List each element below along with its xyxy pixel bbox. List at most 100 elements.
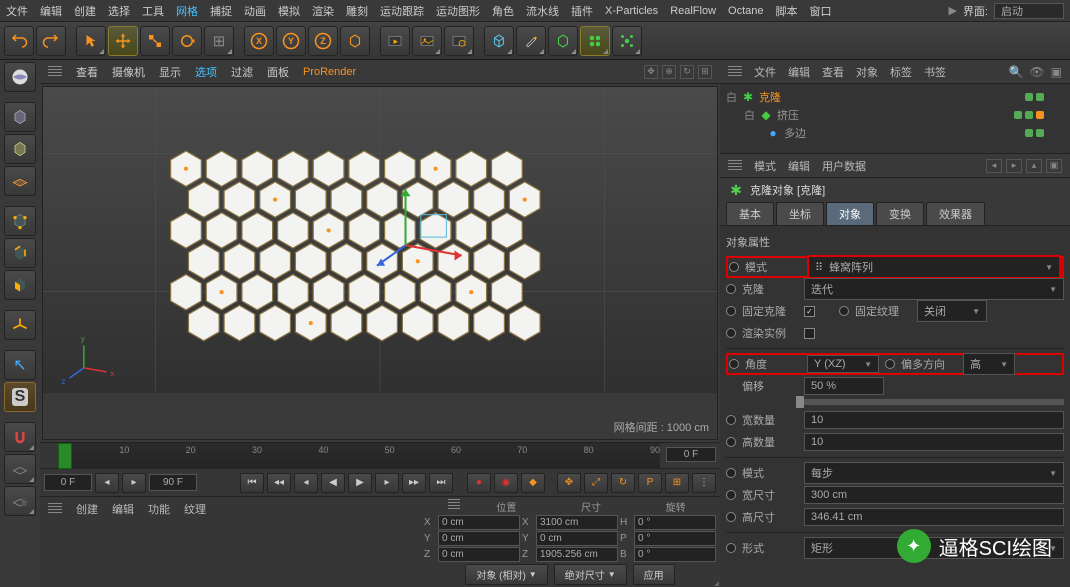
prop-wcount-field[interactable]: 10 [804, 411, 1064, 429]
play-button[interactable]: ▶ [348, 473, 372, 493]
tab-3[interactable]: 变换 [876, 202, 924, 225]
tree-node[interactable]: 白✱克隆 [726, 88, 1064, 106]
next-frame-button[interactable]: ▸ [375, 473, 399, 493]
am-nav-back[interactable]: ◂ [986, 159, 1002, 173]
key-param-button[interactable]: P [638, 473, 662, 493]
coord-Z-size[interactable] [536, 547, 618, 562]
prop-hcount-field[interactable]: 10 [804, 433, 1064, 451]
menu-plugin[interactable]: 插件 [571, 3, 593, 19]
tab-4[interactable]: 效果器 [926, 202, 985, 225]
menu-snap[interactable]: 捕捉 [210, 3, 232, 19]
axis-y-button[interactable]: Y [276, 26, 306, 56]
redo-button[interactable] [36, 26, 66, 56]
key-opts-button[interactable]: ⋮ [692, 473, 716, 493]
goto-end-button[interactable]: ⏭ [429, 473, 453, 493]
coord-mode1-select[interactable]: 对象 (相对) ▼ [465, 564, 547, 585]
btm-menu-edit[interactable]: 编辑 [112, 501, 134, 517]
menu-select[interactable]: 选择 [108, 3, 130, 19]
next-key-button[interactable]: ▸▸ [402, 473, 426, 493]
key-pla-button[interactable]: ⊞ [665, 473, 689, 493]
point-mode-button[interactable] [4, 206, 36, 236]
rotate-tool[interactable] [172, 26, 202, 56]
move-tool[interactable] [108, 26, 138, 56]
texture-mode-button[interactable] [4, 134, 36, 164]
menu-script[interactable]: 脚本 [776, 3, 798, 19]
menu-window[interactable]: 窗口 [810, 3, 832, 19]
key-pos-button[interactable]: ✥ [557, 473, 581, 493]
vp-menu-camera[interactable]: 摄像机 [112, 64, 145, 80]
model-mode-button[interactable] [4, 102, 36, 132]
prop-clone-select[interactable]: 迭代▼ [804, 278, 1064, 300]
layout-select[interactable] [994, 3, 1064, 19]
tree-node[interactable]: 白◆挤压 [726, 106, 1064, 124]
mograph-button[interactable] [580, 26, 610, 56]
vp-menu-display[interactable]: 显示 [159, 64, 181, 80]
render-view-button[interactable] [380, 26, 410, 56]
prop-offdir-select[interactable]: 高▼ [963, 353, 1015, 375]
vp-nav-3[interactable]: ↻ [680, 65, 694, 79]
prop-inst-check[interactable] [804, 328, 815, 339]
vp-menu-prorender[interactable]: ProRender [303, 66, 356, 78]
goto-start-button[interactable]: ⏮ [240, 473, 264, 493]
key-scale-button[interactable]: ⤢ [584, 473, 608, 493]
vp-nav-1[interactable]: ✥ [644, 65, 658, 79]
btm-menu-create[interactable]: 创建 [76, 501, 98, 517]
snap-button[interactable] [4, 422, 36, 452]
render-settings-button[interactable] [444, 26, 474, 56]
am-menu-ud[interactable]: 用户数据 [822, 158, 866, 174]
make-editable-button[interactable] [4, 62, 36, 92]
am-menu-mode[interactable]: 模式 [754, 158, 776, 174]
tab-1[interactable]: 坐标 [776, 202, 824, 225]
coord-sys-button[interactable] [340, 26, 370, 56]
am-menu-edit[interactable]: 编辑 [788, 158, 810, 174]
render-pict-button[interactable] [412, 26, 442, 56]
prop-wsize-field[interactable]: 300 cm [804, 486, 1064, 504]
menu-rf[interactable]: RealFlow [670, 5, 716, 17]
vp-menu-panel[interactable]: 面板 [267, 64, 289, 80]
end-frame-field[interactable]: 90 F [149, 474, 197, 491]
coord-Y-pos[interactable] [438, 531, 520, 546]
om-menu-view[interactable]: 查看 [822, 64, 844, 80]
prop-offset-slider[interactable] [796, 399, 1064, 405]
timeline-cursor[interactable] [58, 443, 72, 469]
am-nav-new[interactable]: ▣ [1046, 159, 1062, 173]
am-nav-up[interactable]: ▴ [1026, 159, 1042, 173]
om-eye-icon[interactable]: 👁 [1029, 65, 1044, 79]
menu-tools[interactable]: 工具 [142, 3, 164, 19]
prop-mode2-select[interactable]: 每步▼ [804, 462, 1064, 484]
keyframe-button[interactable]: ◆ [521, 473, 545, 493]
tab-0[interactable]: 基本 [726, 202, 774, 225]
undo-button[interactable] [4, 26, 34, 56]
prop-hsize-field[interactable]: 346.41 cm [804, 508, 1064, 526]
menu-edit[interactable]: 编辑 [40, 3, 62, 19]
viewport-solo-button[interactable]: S [4, 382, 36, 412]
coord-Y-size[interactable] [536, 531, 618, 546]
menu-sculpt[interactable]: 雕刻 [346, 3, 368, 19]
select-tool[interactable] [76, 26, 106, 56]
menu-char[interactable]: 角色 [492, 3, 514, 19]
menu-render[interactable]: 渲染 [312, 3, 334, 19]
edge-mode-button[interactable] [4, 238, 36, 268]
generator-button[interactable] [548, 26, 578, 56]
am-nav-fwd[interactable]: ▸ [1006, 159, 1022, 173]
om-menu-tag[interactable]: 标签 [890, 64, 912, 80]
prop-fixtex-select[interactable]: 关闭▼ [917, 300, 987, 322]
prim-cube-button[interactable] [484, 26, 514, 56]
poly-mode-button[interactable] [4, 270, 36, 300]
axis-mode-button[interactable] [4, 310, 36, 340]
menu-mesh[interactable]: 网格 [176, 3, 198, 19]
coord-Z-pos[interactable] [438, 547, 520, 562]
vp-nav-2[interactable]: ⊕ [662, 65, 676, 79]
om-plus-icon[interactable]: ▣ [1051, 65, 1062, 79]
vp-menu-options[interactable]: 选项 [195, 64, 217, 80]
range-start[interactable]: ◂ [95, 473, 119, 493]
key-rot-button[interactable]: ↻ [611, 473, 635, 493]
menu-file[interactable]: 文件 [6, 3, 28, 19]
prop-mode-select[interactable]: ⠿蜂窝阵列▼ [807, 255, 1061, 279]
timeline[interactable]: 0102030405060708090 0 F [40, 442, 720, 468]
lastused-tool[interactable]: ⊞ [204, 26, 234, 56]
vp-nav-4[interactable]: ⊞ [698, 65, 712, 79]
menu-xp[interactable]: X-Particles [605, 5, 658, 17]
om-menu-file[interactable]: 文件 [754, 64, 776, 80]
prop-fixclone-check[interactable]: ✓ [804, 306, 815, 317]
